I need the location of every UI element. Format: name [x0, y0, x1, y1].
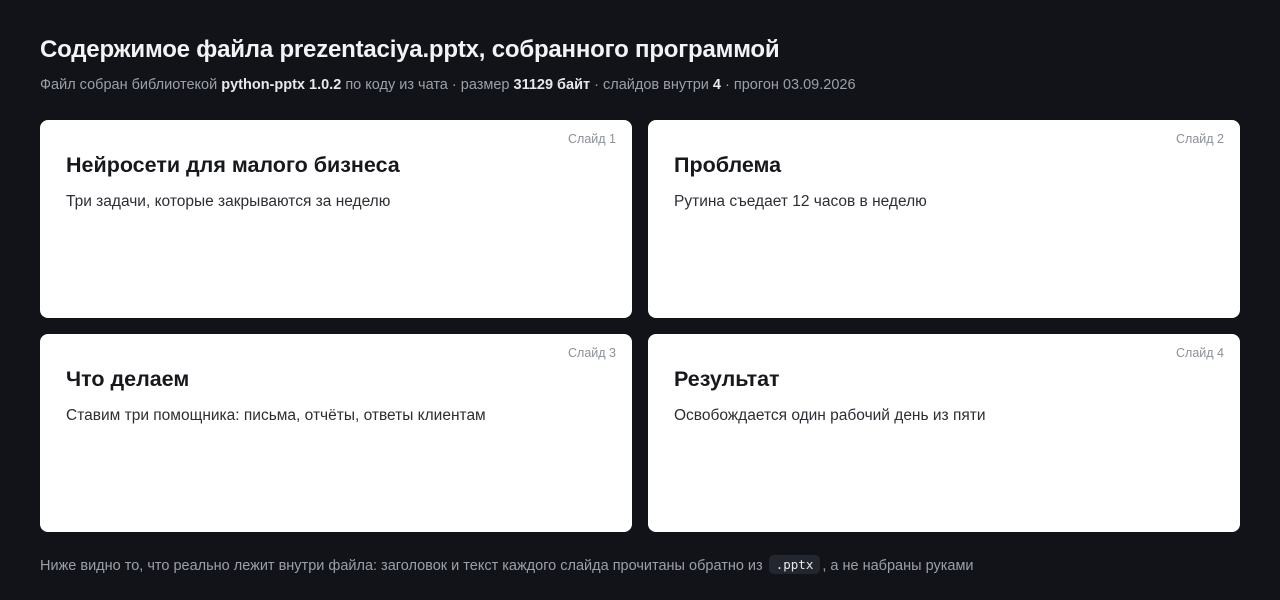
slide-card-2: Слайд 2 Проблема Рутина съедает 12 часов… [648, 120, 1240, 318]
footer-note: Ниже видно то, что реально лежит внутри … [40, 555, 974, 574]
slide-title: Проблема [674, 153, 782, 177]
slide-text: Освобождается один рабочий день из пяти [674, 407, 986, 424]
meta-run: · прогон 03.09.2026 [725, 77, 856, 93]
slide-number: Слайд 2 [1176, 132, 1224, 146]
slide-title: Результат [674, 367, 780, 391]
meta-size: 31129 байт [513, 77, 591, 93]
file-meta: Файл собран библиотекой python-pptx 1.0.… [40, 77, 856, 93]
meta-middle: по коду из чата · размер [345, 77, 510, 93]
meta-slides-label: · слайдов внутри [594, 77, 709, 93]
slide-card-1: Слайд 1 Нейросети для малого бизнеса Три… [40, 120, 632, 318]
meta-library: python-pptx 1.0.2 [221, 77, 342, 93]
slide-text: Рутина съедает 12 часов в неделю [674, 193, 927, 210]
footer-text-end: , а не набраны руками [822, 558, 974, 574]
slide-number: Слайд 1 [568, 132, 616, 146]
slide-text: Ставим три помощника: письма, отчёты, от… [66, 407, 486, 424]
file-extension-code: .pptx [768, 555, 821, 574]
meta-slides-count: 4 [712, 77, 721, 93]
slide-card-4: Слайд 4 Результат Освобождается один раб… [648, 334, 1240, 532]
slides-grid: Слайд 1 Нейросети для малого бизнеса Три… [40, 120, 1240, 532]
slide-number: Слайд 3 [568, 346, 616, 360]
meta-prefix: Файл собран библиотекой [40, 77, 218, 93]
slide-text: Три задачи, которые закрываются за недел… [66, 193, 391, 210]
page: Содержимое файла prezentaciya.pptx, собр… [40, 0, 1240, 600]
slide-card-3: Слайд 3 Что делаем Ставим три помощника:… [40, 334, 632, 532]
slide-title: Нейросети для малого бизнеса [66, 153, 400, 177]
footer-text: Ниже видно то, что реально лежит внутри … [40, 558, 763, 574]
page-title: Содержимое файла prezentaciya.pptx, собр… [40, 36, 780, 63]
slide-number: Слайд 4 [1176, 346, 1224, 360]
slide-title: Что делаем [66, 367, 190, 391]
